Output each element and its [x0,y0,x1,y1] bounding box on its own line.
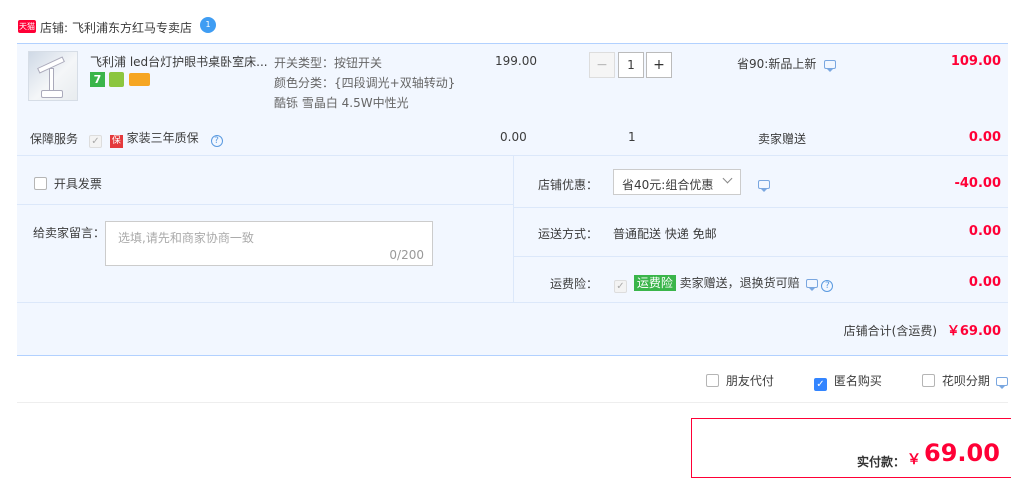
service-name: 家装三年质保 [126,131,199,145]
detail-divider-r2 [514,256,1008,257]
store-total: 店铺合计(含运费) ￥69.00 [844,320,1001,339]
product-thumbnail[interactable] [28,51,78,101]
service-qty: 1 [628,130,636,144]
shipping-price: 0.00 [968,224,1001,239]
insurance-price: 0.00 [968,275,1001,290]
service-item: ✓ 保 家装三年质保 ? [89,129,223,148]
shop-label: 店铺: [40,21,69,35]
insurance-help-icon[interactable]: ? [821,280,834,292]
detail-divider-left [17,204,513,205]
warranty-shield-icon [109,72,124,87]
invoice-checkbox[interactable] [34,177,47,190]
anonymous-option[interactable]: ✓ 匿名购买 [814,372,882,391]
discount-chat-icon[interactable] [824,60,837,72]
sku-color-variant: 酷铄 雪晶白 4.5W中性光 [274,96,409,110]
chevron-down-icon [722,173,733,184]
detail-divider-r1 [514,207,1008,208]
insurance-tag: 运费险 [633,275,676,291]
anonymous-label: 匿名购买 [833,374,882,388]
friend-pay-checkbox[interactable] [706,374,719,387]
payment-label: 实付款： [857,455,906,469]
tmall-badge-icon: 天猫 [18,20,36,33]
store-total-label: 店铺合计(含运费) [843,324,938,338]
service-subtotal: 0.00 [968,130,1001,145]
message-placeholder: 选填,请先和商家协商一致 [118,231,254,245]
quantity-input[interactable]: 1 [618,52,644,78]
message-input[interactable]: 选填,请先和商家协商一致 0/200 [105,221,433,266]
payment-amount: 69.00 [924,439,1000,467]
store-total-value: ￥69.00 [946,324,1001,339]
wangwang-chat-icon[interactable]: 1 [200,17,216,33]
detail-divider-vertical [513,156,514,302]
store-discount-label: 店铺优惠： [538,178,599,192]
friend-pay-option[interactable]: 朋友代付 [706,372,774,389]
insurance-item: ✓ 运费险 卖家赠送，退换货可赔 ? [614,274,834,293]
service-label: 保障服务 [30,132,79,146]
shipping-label: 运送方式： [538,227,599,241]
friend-pay-label: 朋友代付 [725,374,774,388]
huabei-label: 花呗分期 [941,374,990,388]
quantity-stepper: − 1 + [589,52,685,78]
product-discount: 省90:新品上新 [737,55,837,72]
anonymous-checkbox[interactable]: ✓ [814,378,827,391]
sku-switch-type: 开关类型：按钮开关 [274,56,383,70]
increase-button[interactable]: + [646,52,672,78]
service-price: 0.00 [500,130,527,144]
insurance-label: 运费险： [550,277,599,291]
product-title-link[interactable]: 飞利浦 led台灯护眼书桌卧室床... [90,53,268,70]
huabei-option[interactable]: 花呗分期 [922,372,1008,389]
credit-card-icon [129,73,150,86]
huabei-checkbox[interactable] [922,374,935,387]
insurance-guarantee-icon: 保 [109,135,123,148]
detail-divider-bottom [17,302,1008,303]
insurance-text: 卖家赠送，退换货可赔 [679,276,800,290]
service-gift: 卖家赠送 [758,132,807,146]
store-discount-chat-icon[interactable] [758,180,770,192]
message-label: 给卖家留言： [33,226,106,240]
unit-price: 199.00 [495,54,537,68]
store-discount-select[interactable]: 省40元:组合优惠 [613,169,741,195]
sku-color-type: 颜色分类：{四段调光+双轴转动} [274,76,456,90]
decrease-button[interactable]: − [589,52,615,78]
shipping-method: 普通配送 快递 免邮 [613,227,717,241]
payment-currency: ￥ [907,452,921,468]
options-divider [17,402,1008,403]
message-counter: 0/200 [389,248,424,262]
invoice-label: 开具发票 [53,177,102,191]
service-help-icon[interactable]: ? [210,135,223,147]
payment-box: 实付款： ￥ 69.00 [691,418,1011,478]
insurance-chat-icon[interactable] [805,279,818,291]
insurance-checkbox: ✓ [614,280,627,293]
seven-day-return-icon: 7 [90,72,105,87]
product-subtotal: 109.00 [950,54,1001,69]
service-checkbox: ✓ [89,135,102,148]
shop-name-link[interactable]: 飞利浦东方红马专卖店 [72,19,192,36]
store-discount-amount: -40.00 [954,176,1001,191]
huabei-chat-icon[interactable] [995,377,1008,389]
invoice-option[interactable]: 开具发票 [34,175,102,192]
discount-text: 省90:新品上新 [737,57,817,71]
store-discount-value: 省40元:组合优惠 [622,178,714,192]
